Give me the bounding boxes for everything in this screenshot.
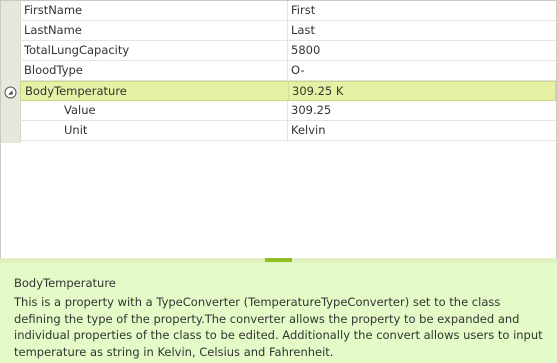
property-name: Unit	[20, 121, 288, 140]
property-value[interactable]: First	[288, 1, 556, 20]
collapse-circle-icon[interactable]	[4, 86, 17, 99]
description-text: This is a property with a TypeConverter …	[14, 295, 543, 359]
property-name: BloodType	[20, 61, 288, 80]
splitter-grip[interactable]	[265, 258, 292, 262]
property-name: LastName	[20, 21, 288, 40]
row-header-gutter	[1, 1, 21, 143]
property-name: TotalLungCapacity	[20, 41, 288, 60]
property-row-unit[interactable]: Unit Kelvin	[20, 121, 556, 141]
property-name: Value	[20, 101, 288, 120]
property-row-firstname[interactable]: FirstName First	[20, 1, 556, 21]
property-value[interactable]: Last	[288, 21, 556, 40]
property-row-bodytemperature[interactable]: BodyTemperature 309.25 K	[20, 81, 556, 101]
property-value[interactable]: 309.25 K	[289, 82, 556, 101]
property-value[interactable]: 5800	[288, 41, 556, 60]
property-value[interactable]: O-	[288, 61, 556, 80]
property-value[interactable]: Kelvin	[288, 121, 556, 140]
property-row-value[interactable]: Value 309.25	[20, 101, 556, 121]
property-grid: FirstName First LastName Last TotalLungC…	[0, 0, 557, 259]
description-panel: BodyTemperature This is a property with …	[0, 263, 557, 363]
property-name: BodyTemperature	[21, 82, 289, 101]
property-row-lastname[interactable]: LastName Last	[20, 21, 556, 41]
property-row-bloodtype[interactable]: BloodType O-	[20, 61, 556, 81]
property-row-totallungcapacity[interactable]: TotalLungCapacity 5800	[20, 41, 556, 61]
description-title: BodyTemperature	[14, 276, 116, 290]
property-name: FirstName	[20, 1, 288, 20]
property-value[interactable]: 309.25	[288, 101, 556, 120]
